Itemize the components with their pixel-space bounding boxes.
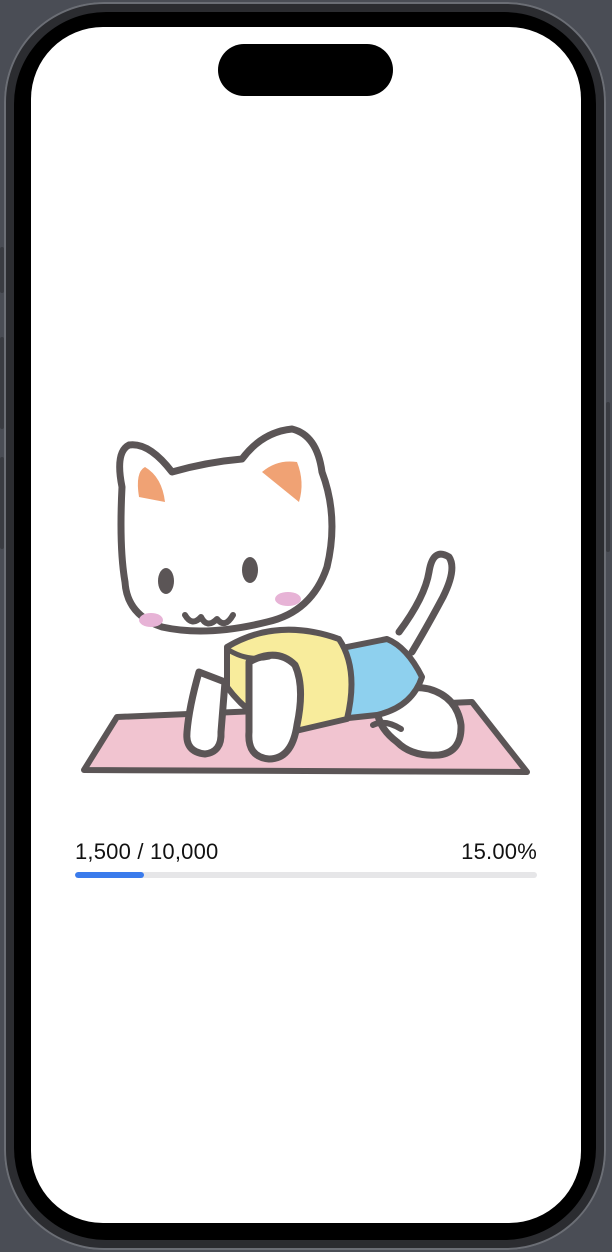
volume-down-button [0,457,4,549]
progress-bar-fill [75,872,145,878]
app-screen: 1,500 / 10,000 15.00% [31,27,581,1223]
progress-percent-label: 15.00% [461,839,537,864]
progress-bar [75,872,537,878]
volume-up-button [0,337,4,429]
action-button [0,247,4,293]
progress-count-label: 1,500 / 10,000 [75,839,219,864]
power-button [606,402,610,552]
dynamic-island [218,44,393,96]
cat-exercising-illustration [77,407,537,787]
progress-labels: 1,500 / 10,000 15.00% [75,837,537,867]
